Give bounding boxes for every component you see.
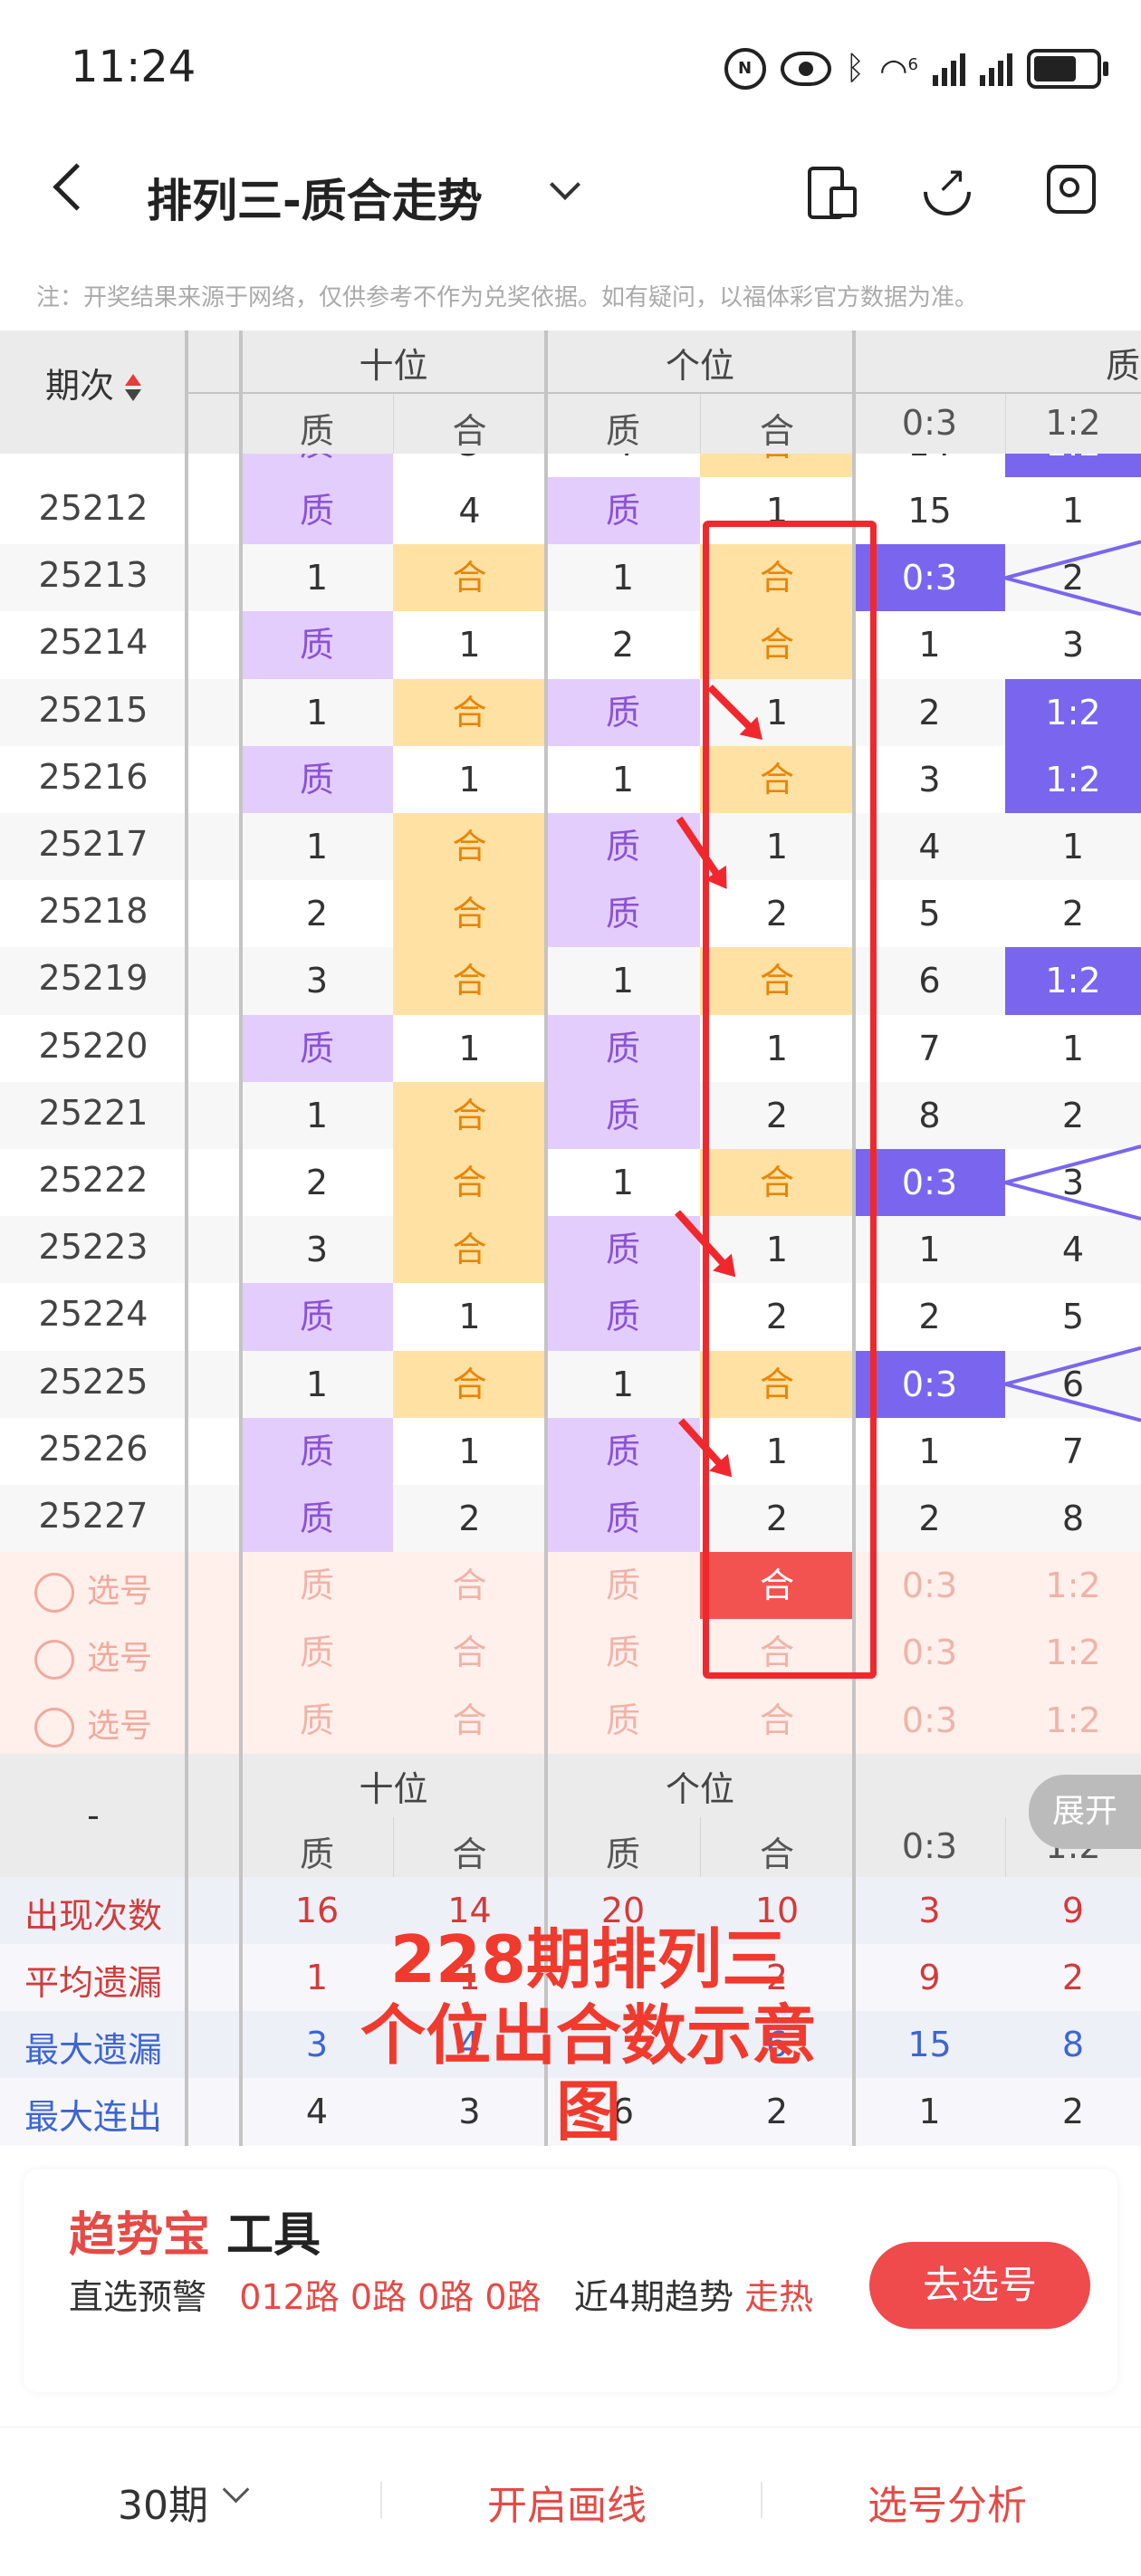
expand-button[interactable]: 展开 [1029, 1775, 1141, 1849]
period-selector[interactable]: 30期 [118, 2473, 208, 2531]
wifi-label: 6 [907, 55, 918, 74]
signal-icon-2 [980, 52, 1012, 86]
trend-line [1004, 1181, 1141, 1221]
back-icon[interactable] [53, 163, 101, 211]
annotation-text: 228期排列三 个位出合数示意图 [344, 1921, 833, 2150]
eye-icon [780, 51, 831, 86]
battery-icon [1027, 48, 1108, 89]
page-title[interactable]: 排列三-质合走势 [147, 165, 483, 230]
trend-value: 走热 [744, 2277, 814, 2317]
share-icon[interactable] [920, 159, 974, 217]
clock: 11:24 [71, 42, 197, 92]
annotation-line-2: 个位出合数示意图 [360, 1997, 817, 2150]
annotation-highlight-box [703, 521, 877, 1679]
signal-icon [933, 52, 965, 86]
status-bar: 11:24 N ᛒ ◠6 [0, 0, 1141, 136]
nav-header: 排列三-质合走势 [0, 145, 1141, 244]
draw-line-button[interactable]: 开启画线 [487, 2473, 647, 2531]
trend-line [1004, 1382, 1141, 1422]
notification-icon: N [724, 47, 766, 90]
annotation-line-1: 228期排列三 [389, 1921, 788, 1997]
tool-warning-line: 直选预警 012路 0路 0路 0路 近4期趋势 走热 [69, 2269, 884, 2325]
trend-line [1004, 576, 1141, 617]
trend-lines [1004, 540, 1141, 1422]
bluetooth-icon: ᛒ [845, 49, 866, 87]
warn-label: 直选预警 [69, 2277, 207, 2317]
tool-label: 工具 [226, 2208, 321, 2263]
warn-values: 012路 0路 0路 0路 [239, 2277, 542, 2317]
trend-line [1004, 1345, 1141, 1386]
trend-line [1004, 540, 1141, 580]
trend-line [1004, 1144, 1141, 1185]
bottom-bar: 30期 开启画线 选号分析 [0, 2427, 1141, 2576]
chevron-down-icon[interactable] [550, 169, 580, 200]
go-select-button[interactable]: 去选号 [869, 2242, 1090, 2329]
trend-label: 近4期趋势 [573, 2277, 734, 2317]
number-analysis-button[interactable]: 选号分析 [868, 2473, 1027, 2531]
chevron-down-icon[interactable] [222, 2475, 250, 2504]
phone-layout-icon[interactable] [802, 163, 857, 219]
trend-tool-card: 趋势宝 工具 直选预警 012路 0路 0路 0路 近4期趋势 走热 去选号 [24, 2169, 1117, 2392]
wifi-icon: ◠6 [879, 53, 918, 90]
disclaimer-notice: 注：开奖结果来源于网络，仅供参考不作为兑奖依据。如有疑问，以福体彩官方数据为准。 [36, 284, 979, 311]
tool-brand: 趋势宝 [69, 2208, 211, 2263]
settings-icon[interactable] [1043, 163, 1098, 217]
